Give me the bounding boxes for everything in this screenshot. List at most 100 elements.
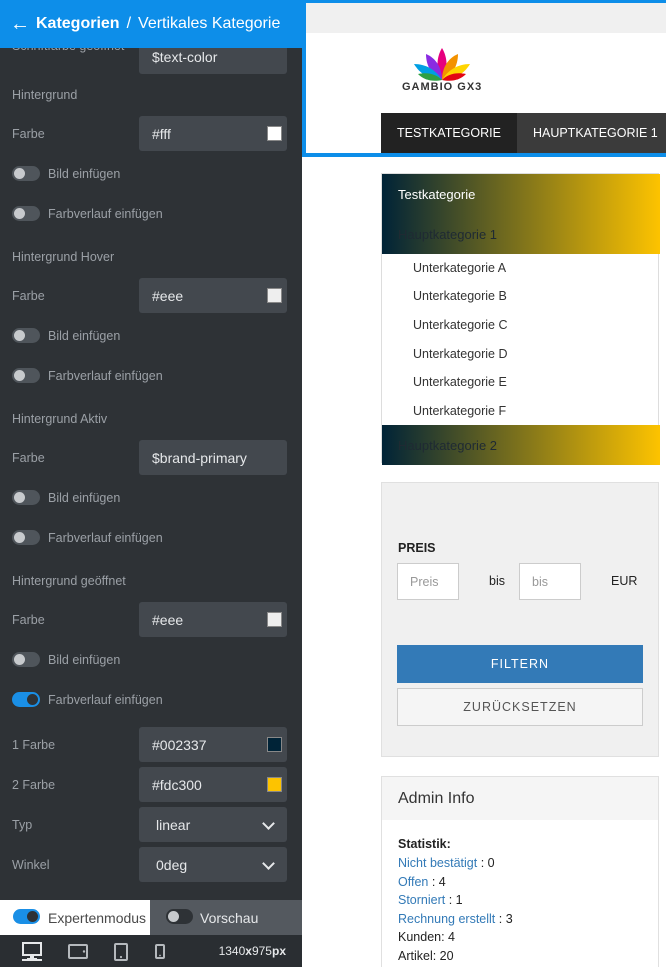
stat-label-products: Artikel:	[398, 949, 437, 963]
open-color-label: Farbe	[12, 613, 45, 627]
field-value: #fff	[152, 125, 171, 142]
expert-mode-toggle[interactable]	[13, 909, 40, 924]
stat-label-customers: Kunden:	[398, 930, 445, 944]
subcategory-item-a[interactable]: Unterkategorie A	[413, 261, 506, 275]
tablet-portrait-icon[interactable]	[114, 943, 128, 961]
nav-item-testkategorie[interactable]: TESTKATEGORIE	[381, 113, 517, 153]
active-gradient-toggle[interactable]	[12, 530, 40, 545]
logo-text: GAMBIO GX3	[402, 81, 483, 93]
active-color-label: Farbe	[12, 451, 45, 465]
background-image-label: Bild einfügen	[48, 167, 121, 181]
price-from-input[interactable]: Preis	[397, 563, 459, 600]
hover-image-toggle[interactable]	[12, 328, 40, 343]
open-color-field[interactable]: #eee	[139, 602, 287, 637]
stat-value: : 4	[428, 875, 446, 889]
viewport-size: 1340x975px	[219, 944, 286, 958]
price-label: PREIS	[398, 541, 436, 555]
category-item-testkategorie[interactable]: Testkategorie	[382, 174, 660, 214]
select-value: linear	[156, 816, 191, 833]
stat-value: : 1	[445, 893, 463, 907]
category-item-hauptkategorie-2[interactable]: Hauptkategorie 2	[382, 425, 660, 465]
stat-value: 20	[436, 949, 454, 963]
panel-subtitle: Vertikales Kategorie	[138, 15, 281, 32]
field-value: #eee	[152, 287, 184, 304]
chevron-down-icon	[262, 857, 275, 870]
stat-row: Offen : 4	[398, 875, 446, 889]
viewport-times: x	[245, 944, 252, 958]
stat-link-invoice-created[interactable]: Rechnung erstellt	[398, 912, 495, 926]
reset-button[interactable]: ZURÜCKSETZEN	[397, 688, 643, 726]
viewport-height: 975	[251, 944, 272, 958]
active-image-label: Bild einfügen	[48, 491, 121, 505]
color-swatch[interactable]	[267, 288, 282, 303]
expert-mode-label: Expertenmodus	[48, 909, 147, 926]
hover-color-field[interactable]: #eee	[139, 278, 287, 313]
color-swatch[interactable]	[267, 612, 282, 627]
background-color-field[interactable]: #fff	[139, 116, 287, 151]
nav-item-hauptkategorie-1[interactable]: HAUPTKATEGORIE 1	[517, 113, 666, 153]
phone-icon[interactable]	[155, 944, 165, 959]
gradient-type-select[interactable]: linear	[139, 807, 287, 842]
vertical-category-menu: Testkategorie Hauptkategorie 1 Unterkate…	[381, 173, 660, 465]
gradient-color2-field[interactable]: #fdc300	[139, 767, 287, 802]
shop-preview: GAMBIO GX3 TESTKATEGORIE HAUPTKATEGORIE …	[302, 0, 666, 967]
stat-row: Artikel: 20	[398, 949, 454, 963]
category-item-hauptkategorie-1[interactable]: Hauptkategorie 1	[382, 214, 660, 254]
price-range-separator: bis	[489, 574, 505, 588]
active-color-field[interactable]: $brand-primary	[139, 440, 287, 475]
field-value: #002337	[152, 736, 207, 753]
section-heading-background: Hintergrund	[12, 88, 78, 102]
subcategory-item-f[interactable]: Unterkategorie F	[413, 404, 506, 418]
price-filter-box: PREIS Preis bis bis EUR FILTERN ZURÜCKSE…	[381, 482, 659, 757]
color-swatch[interactable]	[267, 737, 282, 752]
subcategory-item-b[interactable]: Unterkategorie B	[413, 289, 507, 303]
section-heading-background-active: Hintergrund Aktiv	[12, 412, 108, 426]
active-image-toggle[interactable]	[12, 490, 40, 505]
gradient-angle-label: Winkel	[12, 858, 50, 872]
subcategory-item-e[interactable]: Unterkategorie E	[413, 375, 507, 389]
settings-panel: Schriftfarbe geöffnet $text-color Hinter…	[0, 0, 302, 967]
background-gradient-toggle[interactable]	[12, 206, 40, 221]
active-gradient-label: Farbverlauf einfügen	[48, 531, 163, 545]
chevron-down-icon	[262, 817, 275, 830]
open-image-toggle[interactable]	[12, 652, 40, 667]
field-value: $brand-primary	[152, 449, 247, 466]
hover-color-label: Farbe	[12, 289, 45, 303]
panel-title[interactable]: Kategorien	[36, 15, 120, 33]
hover-gradient-label: Farbverlauf einfügen	[48, 369, 163, 383]
preview-mode-button[interactable]: Vorschau	[150, 900, 302, 935]
subcategory-item-c[interactable]: Unterkategorie C	[413, 318, 508, 332]
price-to-input[interactable]: bis	[519, 563, 581, 600]
desktop-icon[interactable]	[22, 942, 42, 961]
gradient-color1-label: 1 Farbe	[12, 738, 56, 752]
hover-gradient-toggle[interactable]	[12, 368, 40, 383]
gradient-angle-select[interactable]: 0deg	[139, 847, 287, 882]
stat-link-open[interactable]: Offen	[398, 875, 428, 889]
tablet-landscape-icon[interactable]	[68, 944, 88, 959]
color-swatch[interactable]	[267, 777, 282, 792]
device-bar: 1340x975px	[0, 935, 302, 967]
panel-header: ← Kategorien / Vertikales Kategorie	[0, 0, 302, 48]
open-gradient-toggle[interactable]	[12, 692, 40, 707]
stat-link-cancelled[interactable]: Storniert	[398, 893, 445, 907]
expert-mode-button[interactable]: Expertenmodus	[0, 900, 150, 935]
admin-info-box: Admin Info Statistik: Nicht bestätigt : …	[381, 776, 659, 967]
gradient-type-label: Typ	[12, 818, 33, 832]
filter-button[interactable]: FILTERN	[397, 645, 643, 683]
viewport-unit: px	[271, 944, 286, 958]
mode-bar: Expertenmodus Vorschau	[0, 900, 302, 935]
open-image-label: Bild einfügen	[48, 653, 121, 667]
subcategory-item-d[interactable]: Unterkategorie D	[413, 347, 508, 361]
field-value: #fdc300	[152, 776, 202, 793]
viewport-width: 1340	[218, 944, 246, 958]
background-image-toggle[interactable]	[12, 166, 40, 181]
gradient-color1-field[interactable]: #002337	[139, 727, 287, 762]
gradient-color2-label: 2 Farbe	[12, 778, 56, 792]
color-swatch[interactable]	[267, 126, 282, 141]
stat-link-not-confirmed[interactable]: Nicht bestätigt	[398, 856, 477, 870]
arrow-left-icon[interactable]: ←	[10, 14, 30, 34]
preview-mode-label: Vorschau	[200, 909, 259, 926]
statistics-title: Statistik:	[398, 837, 451, 851]
background-gradient-label: Farbverlauf einfügen	[48, 207, 163, 221]
preview-mode-toggle[interactable]	[166, 909, 193, 924]
